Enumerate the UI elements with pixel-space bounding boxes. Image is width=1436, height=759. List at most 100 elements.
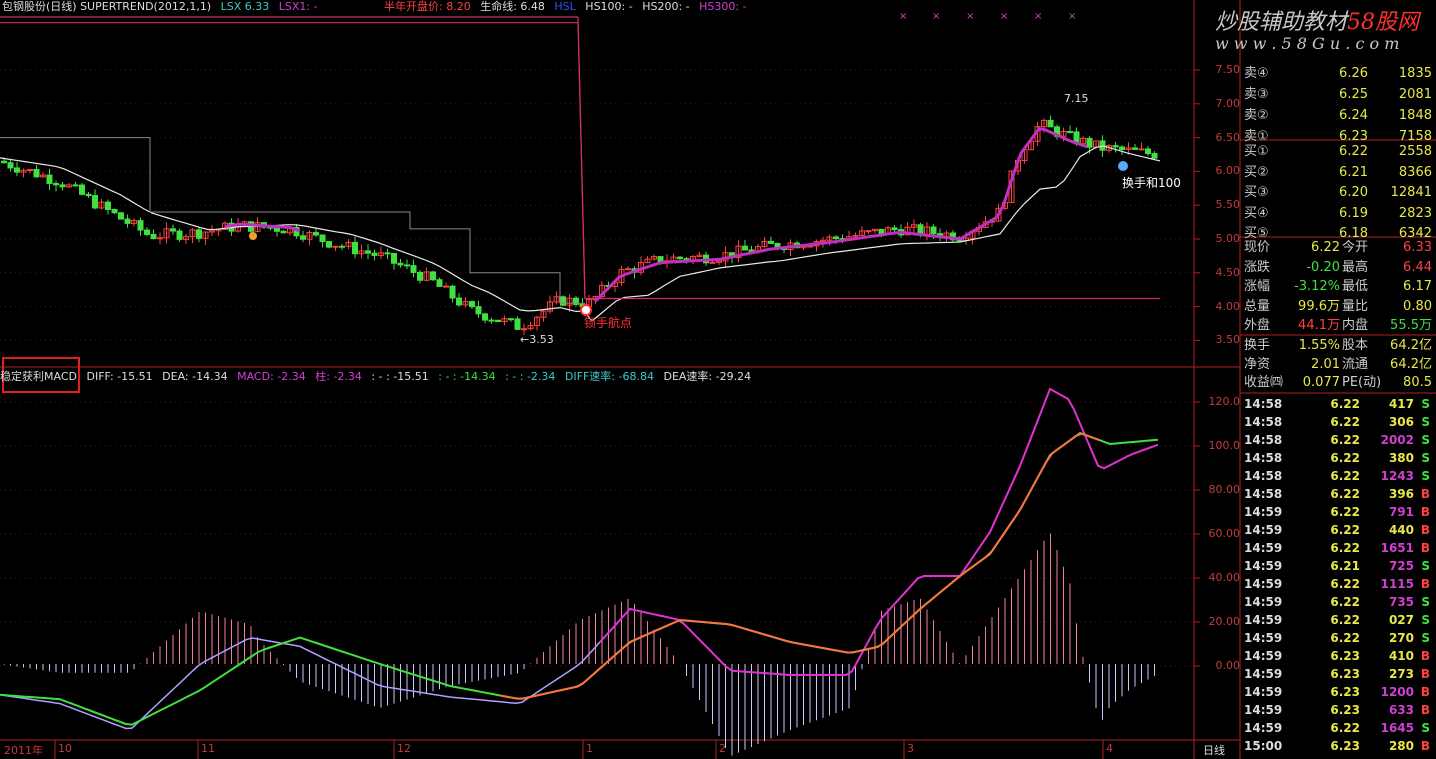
candle-body [1112,145,1119,148]
stat-label: 换手 [1244,338,1271,353]
x-axis-year: 2011年 [4,744,43,757]
half-year-open-drop [577,16,586,299]
tick-side: S [1421,469,1430,483]
candle-body [326,241,332,248]
main-y-tick: 6.00 [1215,164,1241,178]
candle-body [430,271,436,281]
candle-body [482,313,488,321]
candle-body [176,230,183,240]
dea-rate-value: DEA速率: -29.24 [663,370,752,383]
dea-line [0,431,1159,726]
candle-body [560,296,566,306]
tick-price: 6.22 [1330,721,1360,735]
tick-volume: 1200 [1380,685,1414,699]
tick-time: 14:58 [1244,469,1283,483]
main-y-tick: 3.50 [1215,333,1241,347]
candle-body [404,264,410,267]
tick-time: 14:59 [1244,721,1283,735]
tick-volume: 417 [1388,397,1414,411]
stat-label: 外盘 [1244,318,1271,333]
bid-price: 6.21 [1339,164,1368,180]
candle-body [313,232,319,236]
tick-volume: 027 [1388,613,1414,627]
stat-value: 1.55% [1298,338,1340,353]
stat-row: 换手 1.55% 股本 64.2亿 [1244,336,1434,355]
tick-volume: 280 [1388,739,1414,753]
candle-body [118,212,124,220]
candle-body [891,227,898,231]
candle-body [1151,153,1158,159]
tick-price: 6.22 [1330,577,1360,591]
ask-volume: 2081 [1398,87,1432,102]
tick-row: 14:58 6.22 306 S [1244,413,1434,431]
ask-row: 卖② 6.24 1848 [1244,106,1434,126]
tick-time: 14:58 [1244,397,1283,411]
tick-row: 14:59 6.23 273 B [1244,665,1434,683]
tick-time: 14:58 [1244,415,1283,429]
candle-body [514,318,521,330]
main-y-tick: 5.00 [1215,232,1241,245]
candle-body [475,306,482,315]
tick-price: 6.21 [1330,559,1360,573]
indicator-name[interactable]: 稳定获利MACD [0,370,77,383]
period-label[interactable]: 日线 [1203,742,1225,758]
hsl-value: HSL [554,0,576,13]
hs100-value: HS100: - [585,0,633,13]
tick-volume: 725 [1388,559,1414,573]
tick-time: 14:59 [1244,523,1283,537]
candle-body [170,228,176,232]
tick-price: 6.23 [1330,685,1360,699]
top-marker: × [1000,11,1008,22]
candle-body [300,235,306,240]
candle-body [1,160,7,164]
tick-volume: 735 [1388,595,1414,609]
candle-body [150,233,157,240]
candle-body [1119,146,1125,150]
x-axis-tick: 11 [201,742,215,755]
stat-label: 收益㈣ [1244,375,1284,391]
tick-price: 6.22 [1330,451,1360,465]
lsx-value: LSX 6.33 [220,0,270,13]
supertrend-line [0,137,585,304]
x-axis-tick: 4 [1106,742,1113,755]
bid-price: 6.22 [1339,144,1368,159]
tick-time: 14:59 [1244,577,1283,591]
stat-value: 80.5 [1403,375,1432,391]
stat-row: 收益㈣ 0.077 PE(动) 80.5 [1244,373,1434,392]
main-y-tick: 5.50 [1215,198,1241,212]
tick-time: 14:58 [1244,451,1283,465]
tick-price: 6.23 [1330,649,1360,663]
stat-label: 股本 [1342,338,1369,353]
tick-time: 14:58 [1244,487,1283,501]
stat-value: -0.20 [1306,259,1340,275]
stat-label: 总量 [1244,298,1271,314]
candle-body [53,182,59,186]
candle-body [332,245,339,248]
main-y-tick: 4.00 [1215,299,1241,313]
candle-body [85,193,92,197]
main-y-tick: 4.50 [1215,265,1241,279]
tick-time: 14:59 [1244,649,1283,663]
tick-side: S [1421,613,1430,627]
ask-volume: 1848 [1398,108,1432,123]
ma-line [0,145,1161,322]
tick-volume: 273 [1388,667,1414,681]
tick-row: 14:59 6.23 410 B [1244,647,1434,665]
stat-row: 涨幅 -3.12% 最低 6.17 [1244,277,1434,296]
ask-price: 6.26 [1339,66,1368,81]
tick-side: B [1420,523,1430,537]
candle-body [1047,119,1054,128]
stat-value: 64.2亿 [1390,356,1432,372]
chart-title: 包钢股份(日线) SUPERTREND(2012,1,1) [2,0,212,13]
hand-icon [249,232,257,240]
stat-row: 现价 6.22 今开 6.33 [1244,238,1434,257]
tick-price: 6.23 [1330,703,1360,717]
tick-volume: 380 [1388,451,1414,465]
tick-volume: 396 [1388,487,1414,501]
low-price-label: ←3.53 [520,333,554,346]
tick-row: 14:59 6.22 1645 S [1244,719,1434,737]
candle-body [371,252,378,256]
tick-row: 14:59 6.22 1651 B [1244,539,1434,557]
tick-row: 14:59 6.23 1200 B [1244,683,1434,701]
candle-body [1145,148,1151,155]
